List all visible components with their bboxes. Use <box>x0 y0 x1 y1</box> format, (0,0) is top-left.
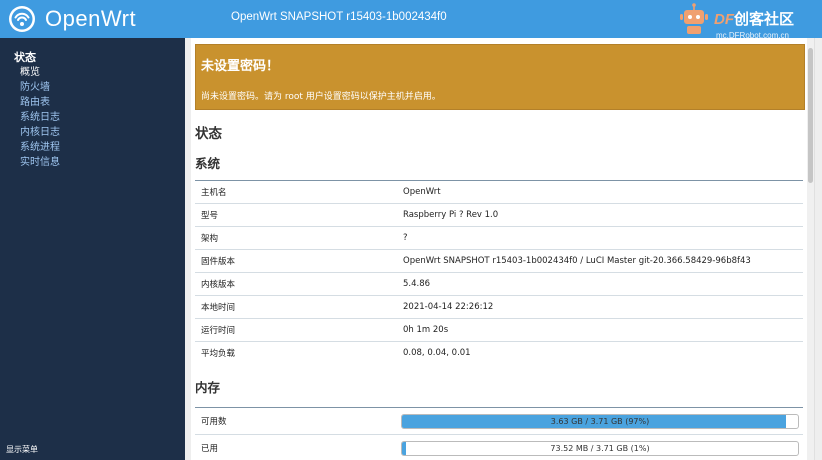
row-value: 5.4.86 <box>403 279 431 289</box>
row-key: 主机名 <box>201 188 227 198</box>
row-key: 平均负载 <box>201 349 236 359</box>
sidebar-item-status[interactable]: 状态 <box>0 50 185 65</box>
row-key: 运行时间 <box>201 326 236 336</box>
password-alert: 未设置密码！ 尚未设置密码。请为 root 用户设置密码以保护主机并启用。 <box>195 44 805 110</box>
watermark-df: DF <box>714 11 734 28</box>
system-table: 主机名 OpenWrt 型号 Raspberry Pi ? Rev 1.0 架构… <box>195 180 803 364</box>
vertical-scrollbar[interactable] <box>807 38 814 460</box>
progress-text: 73.52 MB / 3.71 GB (1%) <box>550 443 650 453</box>
table-row: 主机名 OpenWrt <box>195 180 803 203</box>
memory-used-bar: 73.52 MB / 3.71 GB (1%) <box>401 440 799 456</box>
row-key: 可用数 <box>201 417 227 427</box>
sidebar-menu: 状态 概览 防火墙 路由表 系统日志 内核日志 系统进程 实时信息 系统 服务 … <box>0 50 822 170</box>
watermark-cn: 创客社区 <box>734 11 795 28</box>
show-menu-button[interactable]: 显示菜单 <box>6 444 38 455</box>
table-row: 已用 73.52 MB / 3.71 GB (1%) <box>195 434 803 460</box>
row-value: OpenWrt <box>403 187 441 197</box>
row-key: 内核版本 <box>201 280 236 290</box>
table-row: 本地时间 2021-04-14 22:26:12 <box>195 295 803 318</box>
watermark: DF创客社区 mc.DFRobot.com.cn <box>676 2 816 40</box>
system-heading: 系统 <box>195 156 221 171</box>
sidebar-subitem-realtime[interactable]: 实时信息 <box>0 155 185 170</box>
brand-link[interactable]: OpenWrt <box>8 4 136 34</box>
table-row: 架构 ? <box>195 226 803 249</box>
table-row: 固件版本 OpenWrt SNAPSHOT r15403-1b002434f0 … <box>195 249 803 272</box>
alert-title: 未设置密码！ <box>201 59 280 74</box>
sidebar-subitem-processes[interactable]: 系统进程 <box>0 140 185 155</box>
openwrt-logo-icon <box>9 6 35 32</box>
alert-message: 尚未设置密码。请为 root 用户设置密码以保护主机并启用。 <box>201 92 441 102</box>
memory-heading: 内存 <box>195 380 221 395</box>
sidebar-subitem-kernel-log[interactable]: 内核日志 <box>0 125 185 140</box>
progress-text: 3.63 GB / 3.71 GB (97%) <box>550 416 650 426</box>
main-area: 未设置密码！ 尚未设置密码。请为 root 用户设置密码以保护主机并启用。 状态… <box>185 38 822 460</box>
row-key: 架构 <box>201 234 219 244</box>
header-bar: OpenWrt OpenWrt SNAPSHOT r15403-1b002434… <box>0 0 822 40</box>
row-value: Raspberry Pi ? Rev 1.0 <box>403 210 499 220</box>
row-key: 固件版本 <box>201 257 236 267</box>
scrollbar-thumb[interactable] <box>808 48 813 183</box>
content-panel: 未设置密码！ 尚未设置密码。请为 root 用户设置密码以保护主机并启用。 状态… <box>191 38 815 460</box>
table-row: 平均负载 0.08, 0.04, 0.01 <box>195 341 803 364</box>
header-title: OpenWrt SNAPSHOT r15403-1b002434f0 <box>231 11 447 23</box>
sidebar-subitem-overview[interactable]: 概览 <box>0 65 185 80</box>
table-row: 型号 Raspberry Pi ? Rev 1.0 <box>195 203 803 226</box>
table-row: 运行时间 0h 1m 20s <box>195 318 803 341</box>
sidebar-subitem-system-log[interactable]: 系统日志 <box>0 110 185 125</box>
row-value: 0h 1m 20s <box>403 325 449 335</box>
row-key: 已用 <box>201 444 219 454</box>
table-row: 内核版本 5.4.86 <box>195 272 803 295</box>
row-value: 2021-04-14 22:26:12 <box>403 302 494 312</box>
row-value: ? <box>403 233 408 243</box>
memory-available-bar: 3.63 GB / 3.71 GB (97%) <box>401 413 799 429</box>
row-key: 本地时间 <box>201 303 236 313</box>
row-value: 0.08, 0.04, 0.01 <box>403 348 471 358</box>
sidebar: 状态 概览 防火墙 路由表 系统日志 内核日志 系统进程 实时信息 系统 服务 … <box>0 38 822 460</box>
memory-table: 可用数 3.63 GB / 3.71 GB (97%) 已用 73.52 MB … <box>195 407 803 460</box>
sidebar-subitem-routes[interactable]: 路由表 <box>0 95 185 110</box>
row-value: OpenWrt SNAPSHOT r15403-1b002434f0 / LuC… <box>403 256 751 266</box>
brand-name: OpenWrt <box>45 6 137 31</box>
table-row: 可用数 3.63 GB / 3.71 GB (97%) <box>195 407 803 434</box>
watermark-brand: DF创客社区 <box>714 8 794 29</box>
page-title: 状态 <box>195 126 222 142</box>
robot-icon <box>680 3 708 34</box>
sidebar-subitem-firewall[interactable]: 防火墙 <box>0 80 185 95</box>
row-key: 型号 <box>201 211 219 221</box>
